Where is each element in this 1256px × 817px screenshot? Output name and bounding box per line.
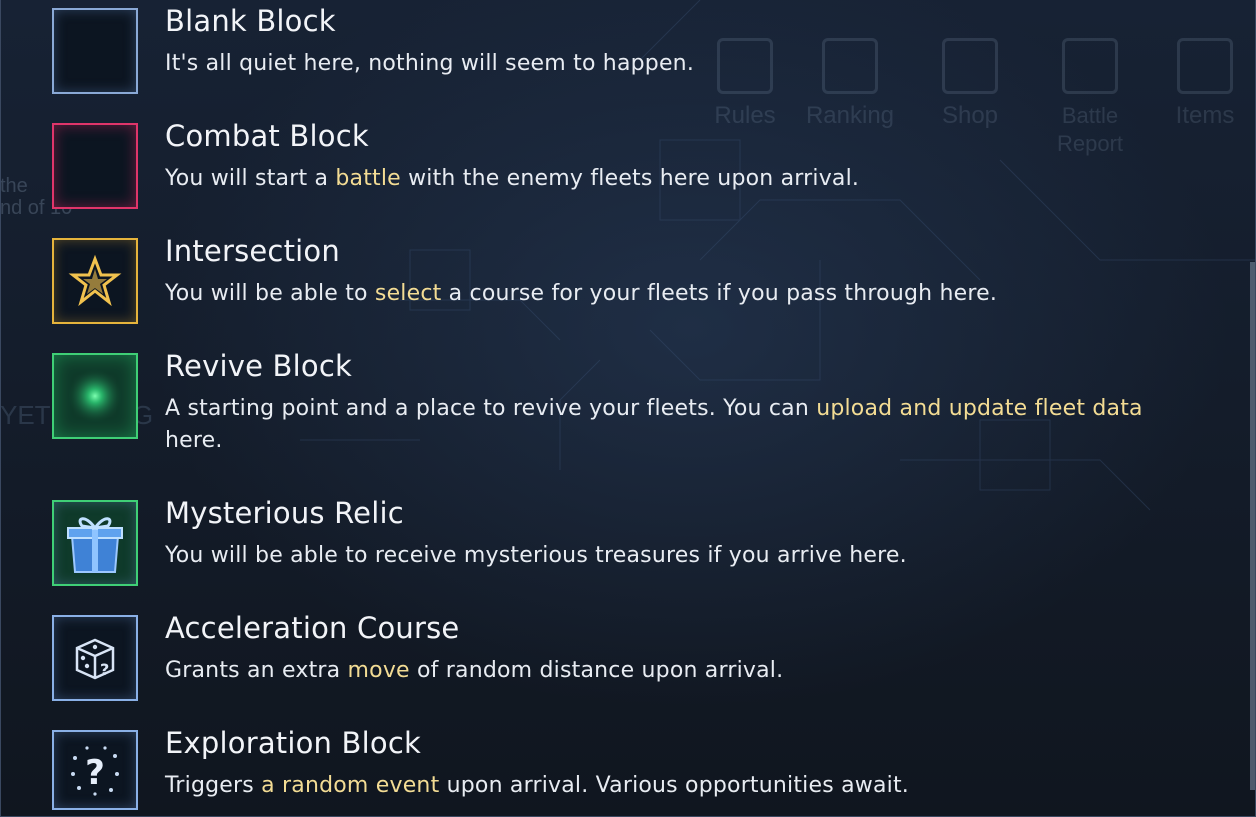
dice-icon: ? [52, 615, 138, 701]
legend-title: Acceleration Course [165, 611, 460, 645]
scrollbar[interactable] [1250, 262, 1256, 790]
svg-text:?: ? [85, 753, 105, 793]
highlight-text: battle [335, 166, 401, 191]
legend-description: A starting point and a place to revive y… [165, 396, 1143, 453]
combat-square-icon [52, 123, 138, 209]
legend-description: You will be able to receive mysterious t… [165, 543, 907, 568]
legend-description: Grants an extra move of random distance … [165, 658, 784, 683]
green-glow-icon [52, 353, 138, 439]
ghost-battle-report: Battle Report [1035, 20, 1145, 158]
legend-title: Combat Block [165, 119, 369, 153]
blank-square-icon [52, 8, 138, 94]
highlight-text: select [374, 281, 442, 306]
question-mark-icon: ? [52, 730, 138, 810]
highlight-text: a random event [261, 773, 440, 798]
legend-title: Revive Block [165, 349, 352, 383]
star-icon [52, 238, 138, 324]
legend-description: You will be able to select a course for … [165, 281, 998, 306]
legend-title: Mysterious Relic [165, 496, 404, 530]
legend-title: Intersection [165, 234, 340, 268]
highlight-text: move [347, 658, 410, 683]
svg-text:?: ? [100, 660, 109, 679]
legend-description: You will start a battle with the enemy f… [165, 166, 860, 191]
legend-description: It's all quiet here, nothing will seem t… [165, 51, 695, 76]
legend-description: Triggers a random event upon arrival. Va… [165, 773, 909, 798]
legend-title: Exploration Block [165, 726, 421, 760]
legend-title: Blank Block [165, 4, 336, 38]
gift-box-icon [52, 500, 138, 586]
background-menu: Rules Ranking Shop Battle Report Items [690, 20, 1250, 160]
highlight-text: upload and update fleet data [816, 396, 1143, 421]
